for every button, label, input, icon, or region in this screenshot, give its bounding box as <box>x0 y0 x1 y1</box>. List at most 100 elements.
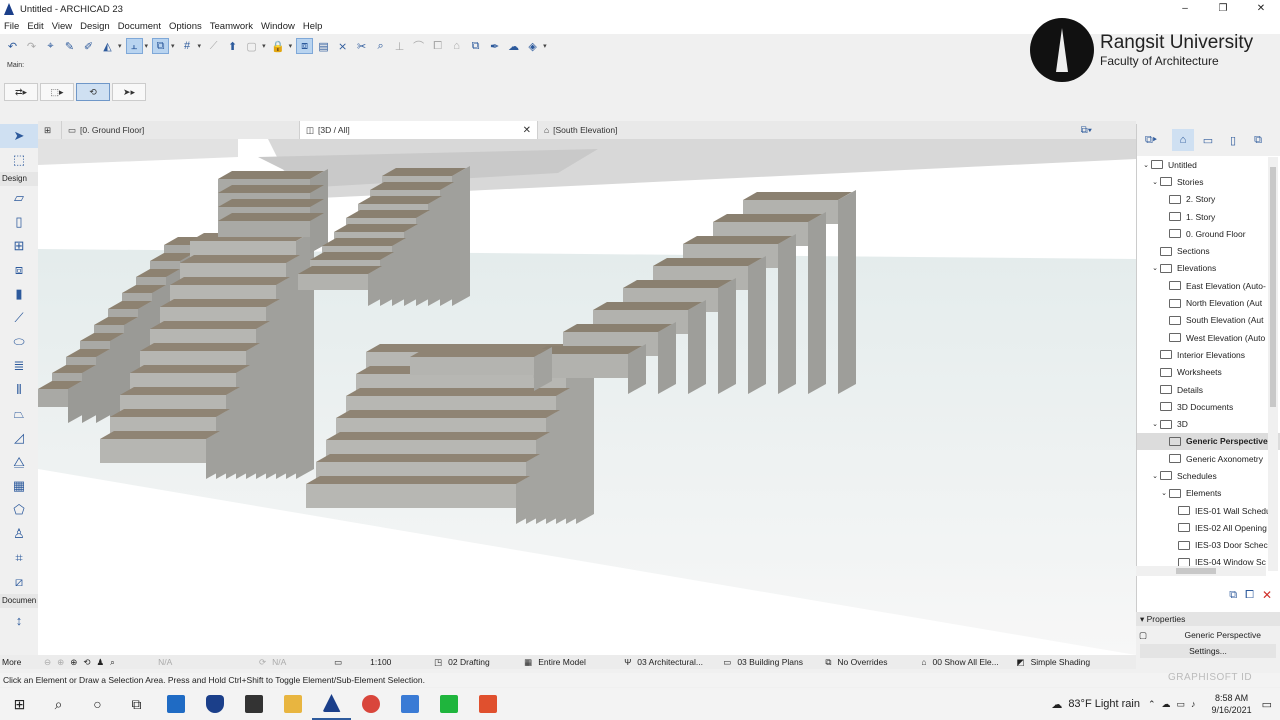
curtain-wall-grid-tool[interactable]: ▦ <box>0 474 38 498</box>
object-tool[interactable]: ♙ <box>0 522 38 546</box>
tab-south-elevation[interactable]: ⌂ [South Elevation] ⧉▾ <box>538 121 1098 139</box>
beam-tool[interactable]: ⟋ <box>0 306 38 330</box>
skylight-tool[interactable]: ⧄ <box>0 570 38 594</box>
railing-tool[interactable]: ⫴ <box>0 378 38 402</box>
chevron-down-icon[interactable]: ▾ <box>289 42 293 50</box>
model-view-icon[interactable]: ▦ <box>524 657 532 668</box>
stair-tool[interactable]: ≣ <box>0 354 38 378</box>
arrow-button[interactable]: ➤▸ <box>112 83 146 101</box>
rotation-value[interactable]: N/A <box>272 657 328 667</box>
navigator-item[interactable]: Generic Axonometry <box>1137 450 1280 467</box>
project-map-icon[interactable]: ⌂ <box>1172 129 1194 151</box>
menu-design[interactable]: Design <box>80 21 110 32</box>
cloud-sync-icon[interactable]: ☁ <box>1162 699 1171 710</box>
zoom-icon[interactable]: ⊕ <box>70 657 77 668</box>
orbit-icon[interactable]: ⟲ <box>83 657 90 668</box>
network-icon[interactable]: ▭ <box>1177 699 1186 710</box>
eyedropper-icon[interactable]: ✎ <box>61 38 78 54</box>
navigator-item[interactable]: ⌄ Stories <box>1137 173 1280 190</box>
navigator-menu-icon[interactable]: ⧉▸ <box>1140 129 1162 151</box>
navigator-item[interactable]: North Elevation (Aut <box>1137 294 1280 311</box>
group-icon[interactable]: ▢ <box>243 38 260 54</box>
shading-icon[interactable]: ◩ <box>1017 657 1025 668</box>
home-icon[interactable]: ⌂ <box>448 38 465 54</box>
redo-icon[interactable]: ↷ <box>23 38 40 54</box>
marquee-tool[interactable]: ⬚ <box>0 148 38 172</box>
split-icon[interactable]: ⨯ <box>334 38 351 54</box>
tab-3d-all[interactable]: ◫ [3D / All] ✕ <box>300 121 538 139</box>
menu-window[interactable]: Window <box>261 21 295 32</box>
menu-file[interactable]: File <box>4 21 19 32</box>
navigator-item[interactable]: South Elevation (Aut <box>1137 312 1280 329</box>
chrome-icon[interactable] <box>351 688 390 720</box>
clone-icon[interactable]: ⧠ <box>1245 589 1254 602</box>
mail-icon[interactable] <box>156 688 195 720</box>
scrollbar-thumb[interactable] <box>1270 167 1276 407</box>
weather-text[interactable]: 83°F Light rain <box>1068 698 1140 710</box>
eyedrop-settings-icon[interactable]: ✒ <box>486 38 503 54</box>
archicad-taskbar-icon[interactable] <box>312 688 351 720</box>
redo-zoom-icon[interactable]: ⊕ <box>57 657 64 668</box>
trace-icon[interactable]: ⟋ <box>205 38 222 54</box>
navigator-vertical-scrollbar[interactable] <box>1268 157 1278 571</box>
renovation-icon[interactable]: ⧉ <box>467 38 484 54</box>
align-icon[interactable]: ⊥ <box>391 38 408 54</box>
weather-icon[interactable]: ☁ <box>1051 698 1062 711</box>
menu-help[interactable]: Help <box>303 21 323 32</box>
clock[interactable]: 8:58 AM 9/16/2021 <box>1212 692 1252 716</box>
navigator-item[interactable]: Generic Perspective <box>1137 432 1280 451</box>
pick-up-icon[interactable]: ⌖ <box>42 38 59 54</box>
menu-edit[interactable]: Edit <box>27 21 43 32</box>
scrollbar-thumb[interactable] <box>1176 568 1216 574</box>
cursor-snap-icon[interactable]: ⬆ <box>224 38 241 54</box>
snap-icon[interactable]: ⧉ <box>152 38 170 54</box>
navigator-item[interactable]: IES-01 Wall Schedu <box>1137 502 1280 519</box>
store-icon[interactable] <box>234 688 273 720</box>
new-folder-icon[interactable]: ⧉ <box>1229 589 1237 602</box>
navigator-item[interactable]: IES-03 Door Schec <box>1137 537 1280 554</box>
notifications-icon[interactable]: ▭ <box>1262 698 1272 711</box>
slides-icon[interactable] <box>468 688 507 720</box>
settings-button[interactable]: Settings... <box>1140 644 1276 658</box>
graphic-overrides[interactable]: No Overrides <box>837 657 915 667</box>
fit-zoom-icon[interactable]: ⌕ <box>110 657 152 668</box>
navigator-horizontal-scrollbar[interactable] <box>1136 566 1266 576</box>
volume-icon[interactable]: ♪ <box>1191 699 1196 709</box>
morph-tool[interactable]: ⬠ <box>0 498 38 522</box>
task-view-icon[interactable]: ⧉ <box>117 688 156 720</box>
publisher-sets-icon[interactable]: ⧉ <box>1247 129 1269 151</box>
chevron-down-icon[interactable]: ⌄ <box>1150 264 1160 272</box>
restore-button[interactable]: ❐ <box>1204 0 1242 18</box>
chevron-down-icon[interactable]: ⌄ <box>1141 161 1151 169</box>
undo-icon[interactable]: ↶ <box>4 38 21 54</box>
layout-icon[interactable]: ◭ <box>99 38 116 54</box>
chevron-down-icon[interactable]: ▾ <box>198 42 202 50</box>
security-icon[interactable] <box>195 688 234 720</box>
door-tool[interactable]: ▯ <box>0 210 38 234</box>
layer-combo-icon[interactable]: ◳ <box>434 657 442 668</box>
scale-value[interactable]: 1:100 <box>370 657 428 667</box>
chevron-down-icon[interactable]: ⌄ <box>1150 472 1160 480</box>
navigator-item[interactable]: Worksheets <box>1137 364 1280 381</box>
navigator-item[interactable]: ⌄ Elements <box>1137 485 1280 502</box>
render-icon[interactable]: ◈ <box>524 38 541 54</box>
column-tool[interactable]: ▮ <box>0 282 38 306</box>
chevron-down-icon[interactable]: ▾ <box>118 42 122 50</box>
arrow-tool[interactable]: ➤ <box>0 124 38 148</box>
chevron-down-icon[interactable]: ▾ <box>543 42 547 50</box>
navigator-item[interactable]: East Elevation (Auto- <box>1137 277 1280 294</box>
teamwork-icon[interactable]: ☁ <box>505 38 522 54</box>
design-section-header[interactable]: Design <box>0 172 38 186</box>
pen-set[interactable]: 03 Architectural... <box>637 657 717 667</box>
chevron-down-icon[interactable]: ▾ <box>145 42 149 50</box>
suspend-groups-icon[interactable]: ⧈ <box>296 38 314 54</box>
navigator-item[interactable]: Interior Elevations <box>1137 346 1280 363</box>
mvo-icon[interactable]: ▭ <box>723 657 731 668</box>
menu-view[interactable]: View <box>52 21 72 32</box>
rotate-icon[interactable]: ⟳ <box>224 657 266 668</box>
chevron-up-icon[interactable]: ⌃ <box>1148 699 1156 710</box>
selection-method-button[interactable]: ⇄▸ <box>4 83 38 101</box>
magnify-icon[interactable]: ⌕ <box>372 38 389 54</box>
roof-tool[interactable]: ⏢ <box>0 402 38 426</box>
inject-icon[interactable]: ✐ <box>80 38 97 54</box>
